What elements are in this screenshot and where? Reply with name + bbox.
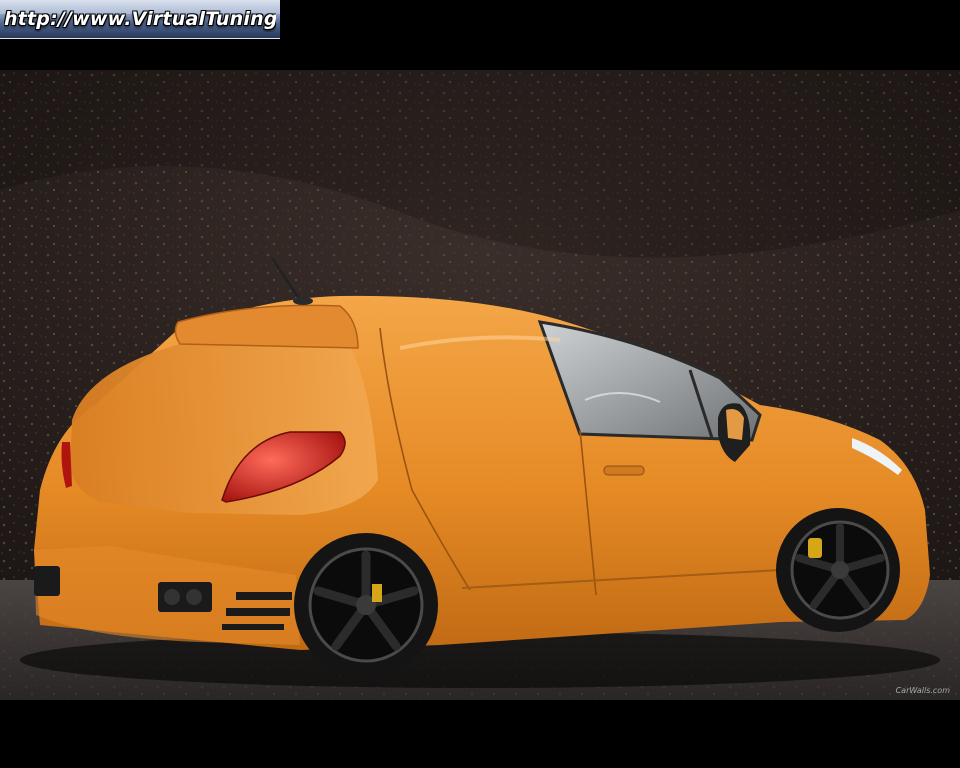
rear-wheel xyxy=(294,533,438,677)
door-handle xyxy=(603,465,645,476)
site-banner: http://www.VirtualTuning.IT xyxy=(0,0,280,39)
antenna-base xyxy=(293,297,313,305)
exhaust-left xyxy=(34,566,60,596)
bumper-vent-1 xyxy=(236,592,292,600)
car-photo xyxy=(0,70,960,700)
car-photo-svg xyxy=(0,70,960,700)
exhaust-pipe-2 xyxy=(186,589,202,605)
bumper-vent-3 xyxy=(222,624,284,630)
banner-url-text: http://www.VirtualTuning.IT xyxy=(4,8,276,30)
bumper-vent-2 xyxy=(226,608,290,616)
front-wheel xyxy=(776,508,900,632)
watermark-text: CarWalls.com xyxy=(895,686,950,695)
exhaust-pipe-1 xyxy=(164,589,180,605)
